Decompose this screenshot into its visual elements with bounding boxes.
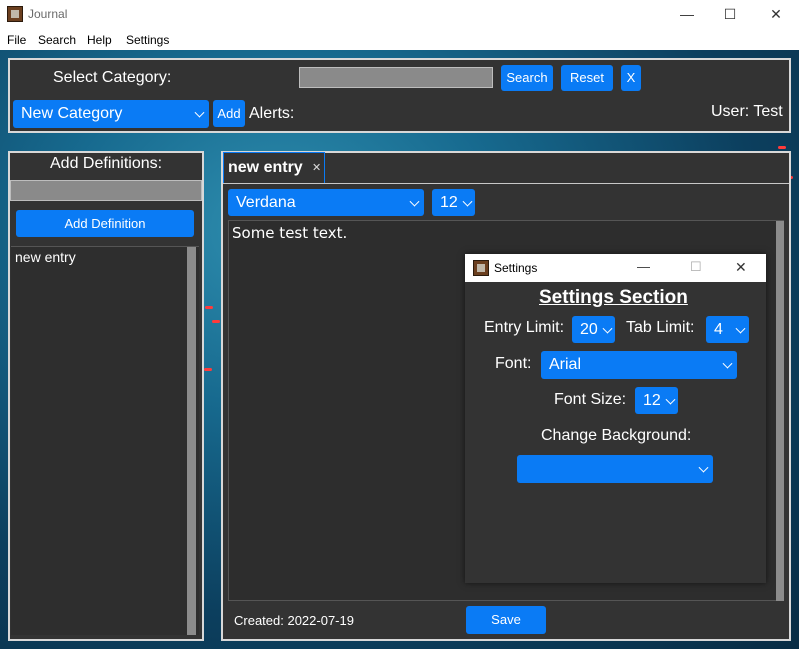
definitions-list <box>11 246 199 635</box>
select-category-label: Select Category: <box>53 69 172 86</box>
menu-settings[interactable]: Settings <box>126 33 169 47</box>
journal-app-icon <box>7 6 23 22</box>
fish-decoration <box>205 306 213 309</box>
menu-file[interactable]: File <box>7 33 26 47</box>
settings-font-size-select[interactable]: 12 <box>635 387 678 414</box>
tab-label: new entry <box>228 159 303 176</box>
entry-limit-select[interactable]: 20 <box>572 316 615 343</box>
settings-dialog: Settings — ☐ ✕ Settings Section Entry Li… <box>465 254 766 583</box>
search-button[interactable]: Search <box>501 65 553 91</box>
alerts-label: Alerts: <box>249 105 295 122</box>
menu-search[interactable]: Search <box>38 33 76 47</box>
tab-limit-label: Tab Limit: <box>626 319 695 336</box>
tab-new-entry[interactable]: new entry ✕ <box>223 152 325 183</box>
settings-window-title: Settings <box>494 261 538 275</box>
chevron-down-icon <box>462 196 473 207</box>
chevron-down-icon <box>698 462 709 473</box>
fish-decoration <box>778 146 786 149</box>
settings-font-size-value: 12 <box>643 392 661 409</box>
reset-button[interactable]: Reset <box>561 65 613 91</box>
add-definitions-title: Add Definitions: <box>50 155 163 172</box>
editor-font-select[interactable]: Verdana <box>228 189 424 216</box>
settings-maximize-button[interactable]: ☐ <box>690 259 702 275</box>
category-select-value: New Category <box>21 105 123 122</box>
chevron-down-icon <box>722 358 733 369</box>
tab-close-icon[interactable]: ✕ <box>312 161 321 174</box>
definition-input[interactable] <box>10 180 202 201</box>
chevron-down-icon <box>735 323 746 334</box>
minimize-button[interactable]: — <box>664 4 710 26</box>
add-definition-button[interactable]: Add Definition <box>16 210 194 237</box>
tab-divider <box>223 183 789 184</box>
font-size-label: Font Size: <box>554 391 627 408</box>
editor-scrollbar[interactable] <box>776 221 784 601</box>
settings-close-button[interactable]: ✕ <box>735 259 747 276</box>
settings-minimize-button[interactable]: — <box>637 259 650 274</box>
settings-font-value: Arial <box>549 356 582 373</box>
close-button[interactable]: ✕ <box>753 4 799 26</box>
settings-font-select[interactable]: Arial <box>541 351 737 379</box>
editor-text-content: Some test text. <box>232 224 348 242</box>
change-background-label: Change Background: <box>541 427 692 444</box>
font-label: Font: <box>495 355 532 372</box>
fish-decoration <box>212 320 220 323</box>
editor-size-value: 12 <box>440 194 458 211</box>
menu-bar: File Search Help Settings <box>0 30 799 50</box>
definitions-scrollbar[interactable] <box>187 247 196 635</box>
chevron-down-icon <box>194 107 205 118</box>
tab-limit-select[interactable]: 4 <box>706 316 749 343</box>
title-bar: Journal — ☐ ✕ <box>0 0 799 30</box>
user-label: User: Test <box>711 103 783 120</box>
maximize-button[interactable]: ☐ <box>707 4 753 26</box>
window-title: Journal <box>28 7 68 21</box>
clear-button[interactable]: X <box>621 65 641 91</box>
fish-decoration <box>204 368 212 371</box>
tab-limit-value: 4 <box>714 321 723 338</box>
journal-app-icon <box>473 260 489 276</box>
settings-title-bar: Settings — ☐ ✕ <box>465 254 766 282</box>
definition-list-item[interactable]: new entry <box>15 249 76 265</box>
entry-limit-value: 20 <box>580 321 598 338</box>
settings-heading: Settings Section <box>539 287 688 308</box>
created-date-label: Created: 2022-07-19 <box>234 613 354 628</box>
category-search-input[interactable] <box>299 67 493 88</box>
entry-limit-label: Entry Limit: <box>484 319 565 336</box>
save-button[interactable]: Save <box>466 606 546 634</box>
chevron-down-icon <box>409 196 420 207</box>
add-category-button[interactable]: Add <box>213 100 245 127</box>
editor-font-value: Verdana <box>236 194 296 211</box>
chevron-down-icon <box>602 323 613 334</box>
chevron-down-icon <box>665 394 676 405</box>
editor-size-select[interactable]: 12 <box>432 189 475 216</box>
menu-help[interactable]: Help <box>87 33 112 47</box>
background-select[interactable] <box>517 455 713 483</box>
category-select[interactable]: New Category <box>13 100 209 128</box>
